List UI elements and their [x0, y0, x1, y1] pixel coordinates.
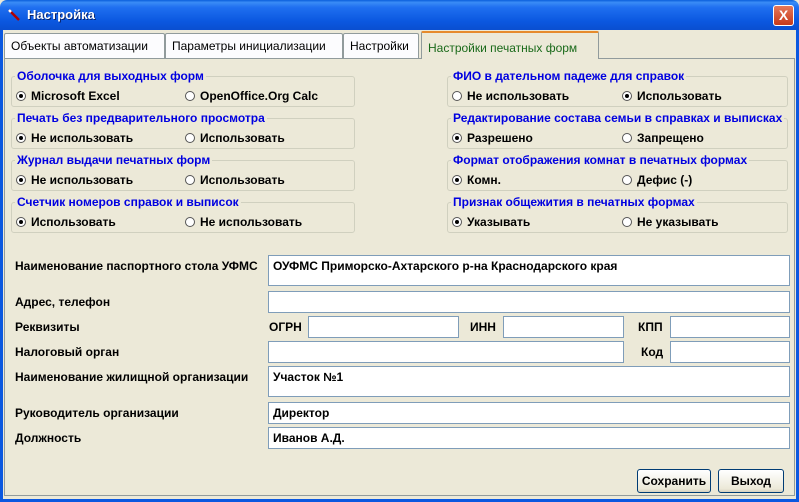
tab-init-params[interactable]: Параметры инициализации: [165, 33, 343, 58]
window-title: Настройка: [27, 7, 95, 22]
radio-counter-on[interactable]: Использовать: [16, 215, 116, 229]
inn-input[interactable]: [503, 316, 624, 338]
radio-dot: [185, 133, 195, 143]
ogrn-input[interactable]: [308, 316, 459, 338]
tax-office-label: Налоговый орган: [15, 345, 120, 359]
housing-org-input[interactable]: Участок №1: [268, 366, 790, 397]
radio-fio-on[interactable]: Использовать: [622, 89, 722, 103]
group-dorm: Признак общежития в печатных формах Указ…: [447, 195, 788, 233]
tab-settings[interactable]: Настройки: [343, 33, 419, 58]
tab-automation-objects[interactable]: Объекты автоматизации: [4, 33, 165, 58]
radio-dot: [622, 217, 632, 227]
radio-label: Запрещено: [637, 131, 704, 145]
group-title: Журнал выдачи печатных форм: [15, 153, 213, 167]
radio-fio-off[interactable]: Не использовать: [452, 89, 569, 103]
radio-shell-openoffice[interactable]: OpenOffice.Org Calc: [185, 89, 318, 103]
passport-office-input[interactable]: ОУФМС Приморско-Ахтарского р-на Краснода…: [268, 255, 790, 286]
housing-org-label: Наименование жилищной организации: [15, 370, 249, 384]
head-input[interactable]: Директор: [268, 402, 790, 424]
position-input[interactable]: Иванов А.Д.: [268, 427, 790, 449]
radio-label: Указывать: [467, 215, 531, 229]
address-label: Адрес, телефон: [15, 295, 111, 309]
title-bar: Настройка X: [0, 0, 799, 30]
head-label: Руководитель организации: [15, 406, 179, 420]
radio-label: Использовать: [200, 173, 285, 187]
group-title: Формат отображения комнат в печатных фор…: [451, 153, 750, 167]
radio-dot: [16, 133, 26, 143]
close-button[interactable]: X: [773, 5, 794, 26]
save-button[interactable]: Сохранить: [637, 469, 711, 493]
radio-label: Использовать: [637, 89, 722, 103]
group-journal: Журнал выдачи печатных форм Не использов…: [11, 153, 355, 191]
radio-dot: [16, 217, 26, 227]
radio-dorm-show[interactable]: Указывать: [452, 215, 530, 229]
passport-office-label: Наименование паспортного стола УФМС: [15, 259, 258, 273]
ogrn-label: ОГРН: [269, 320, 302, 334]
radio-label: Не использовать: [467, 89, 570, 103]
radio-journal-off[interactable]: Не использовать: [16, 173, 133, 187]
group-rooms: Формат отображения комнат в печатных фор…: [447, 153, 788, 191]
radio-preview-on[interactable]: Использовать: [185, 131, 285, 145]
group-fio: ФИО в дательном падеже для справок Не ис…: [447, 69, 788, 107]
radio-dot: [452, 217, 462, 227]
radio-dot: [16, 175, 26, 185]
radio-rooms-hyphen[interactable]: Дефис (-): [622, 173, 692, 187]
tax-office-input[interactable]: [268, 341, 624, 363]
radio-dot: [185, 175, 195, 185]
radio-dot: [16, 91, 26, 101]
exit-button[interactable]: Выход: [718, 469, 784, 493]
group-title: Редактирование состава семьи в справках …: [451, 111, 785, 125]
radio-family-denied[interactable]: Запрещено: [622, 131, 704, 145]
radio-family-allowed[interactable]: Разрешено: [452, 131, 533, 145]
radio-dot: [622, 91, 632, 101]
radio-label: Использовать: [31, 215, 116, 229]
kpp-input[interactable]: [670, 316, 790, 338]
radio-label: Microsoft Excel: [31, 89, 120, 103]
inn-label: ИНН: [470, 320, 496, 334]
group-title: ФИО в дательном падеже для справок: [451, 69, 687, 83]
radio-preview-off[interactable]: Не использовать: [16, 131, 133, 145]
radio-counter-off[interactable]: Не использовать: [185, 215, 302, 229]
tab-print-form-settings[interactable]: Настройки печатных форм: [421, 31, 599, 59]
radio-label: Не указывать: [637, 215, 719, 229]
radio-dorm-hide[interactable]: Не указывать: [622, 215, 719, 229]
radio-label: Разрешено: [467, 131, 533, 145]
radio-label: Не использовать: [31, 173, 134, 187]
group-family: Редактирование состава семьи в справках …: [447, 111, 788, 149]
radio-label: Использовать: [200, 131, 285, 145]
radio-label: Не использовать: [31, 131, 134, 145]
group-preview: Печать без предварительного просмотра Не…: [11, 111, 355, 149]
radio-dot: [185, 91, 195, 101]
group-title: Признак общежития в печатных формах: [451, 195, 697, 209]
kpp-label: КПП: [638, 320, 663, 334]
radio-label: Комн.: [467, 173, 501, 187]
radio-shell-excel[interactable]: Microsoft Excel: [16, 89, 120, 103]
settings-wand-icon: [8, 9, 20, 21]
group-counter: Счетчик номеров справок и выписок Исполь…: [11, 195, 355, 233]
code-input[interactable]: [670, 341, 790, 363]
radio-journal-on[interactable]: Использовать: [185, 173, 285, 187]
radio-dot: [622, 175, 632, 185]
radio-dot: [452, 91, 462, 101]
radio-label: Дефис (-): [637, 173, 693, 187]
address-input[interactable]: [268, 291, 790, 313]
radio-dot: [452, 133, 462, 143]
group-title: Печать без предварительного просмотра: [15, 111, 267, 125]
group-title: Счетчик номеров справок и выписок: [15, 195, 241, 209]
group-shell: Оболочка для выходных форм Microsoft Exc…: [11, 69, 355, 107]
group-title: Оболочка для выходных форм: [15, 69, 206, 83]
code-label: Код: [641, 345, 664, 359]
radio-dot: [185, 217, 195, 227]
requisites-label: Реквизиты: [15, 320, 80, 334]
radio-label: Не использовать: [200, 215, 303, 229]
radio-label: OpenOffice.Org Calc: [200, 89, 319, 103]
radio-rooms-komn[interactable]: Комн.: [452, 173, 501, 187]
radio-dot: [452, 175, 462, 185]
position-label: Должность: [15, 431, 82, 445]
radio-dot: [622, 133, 632, 143]
